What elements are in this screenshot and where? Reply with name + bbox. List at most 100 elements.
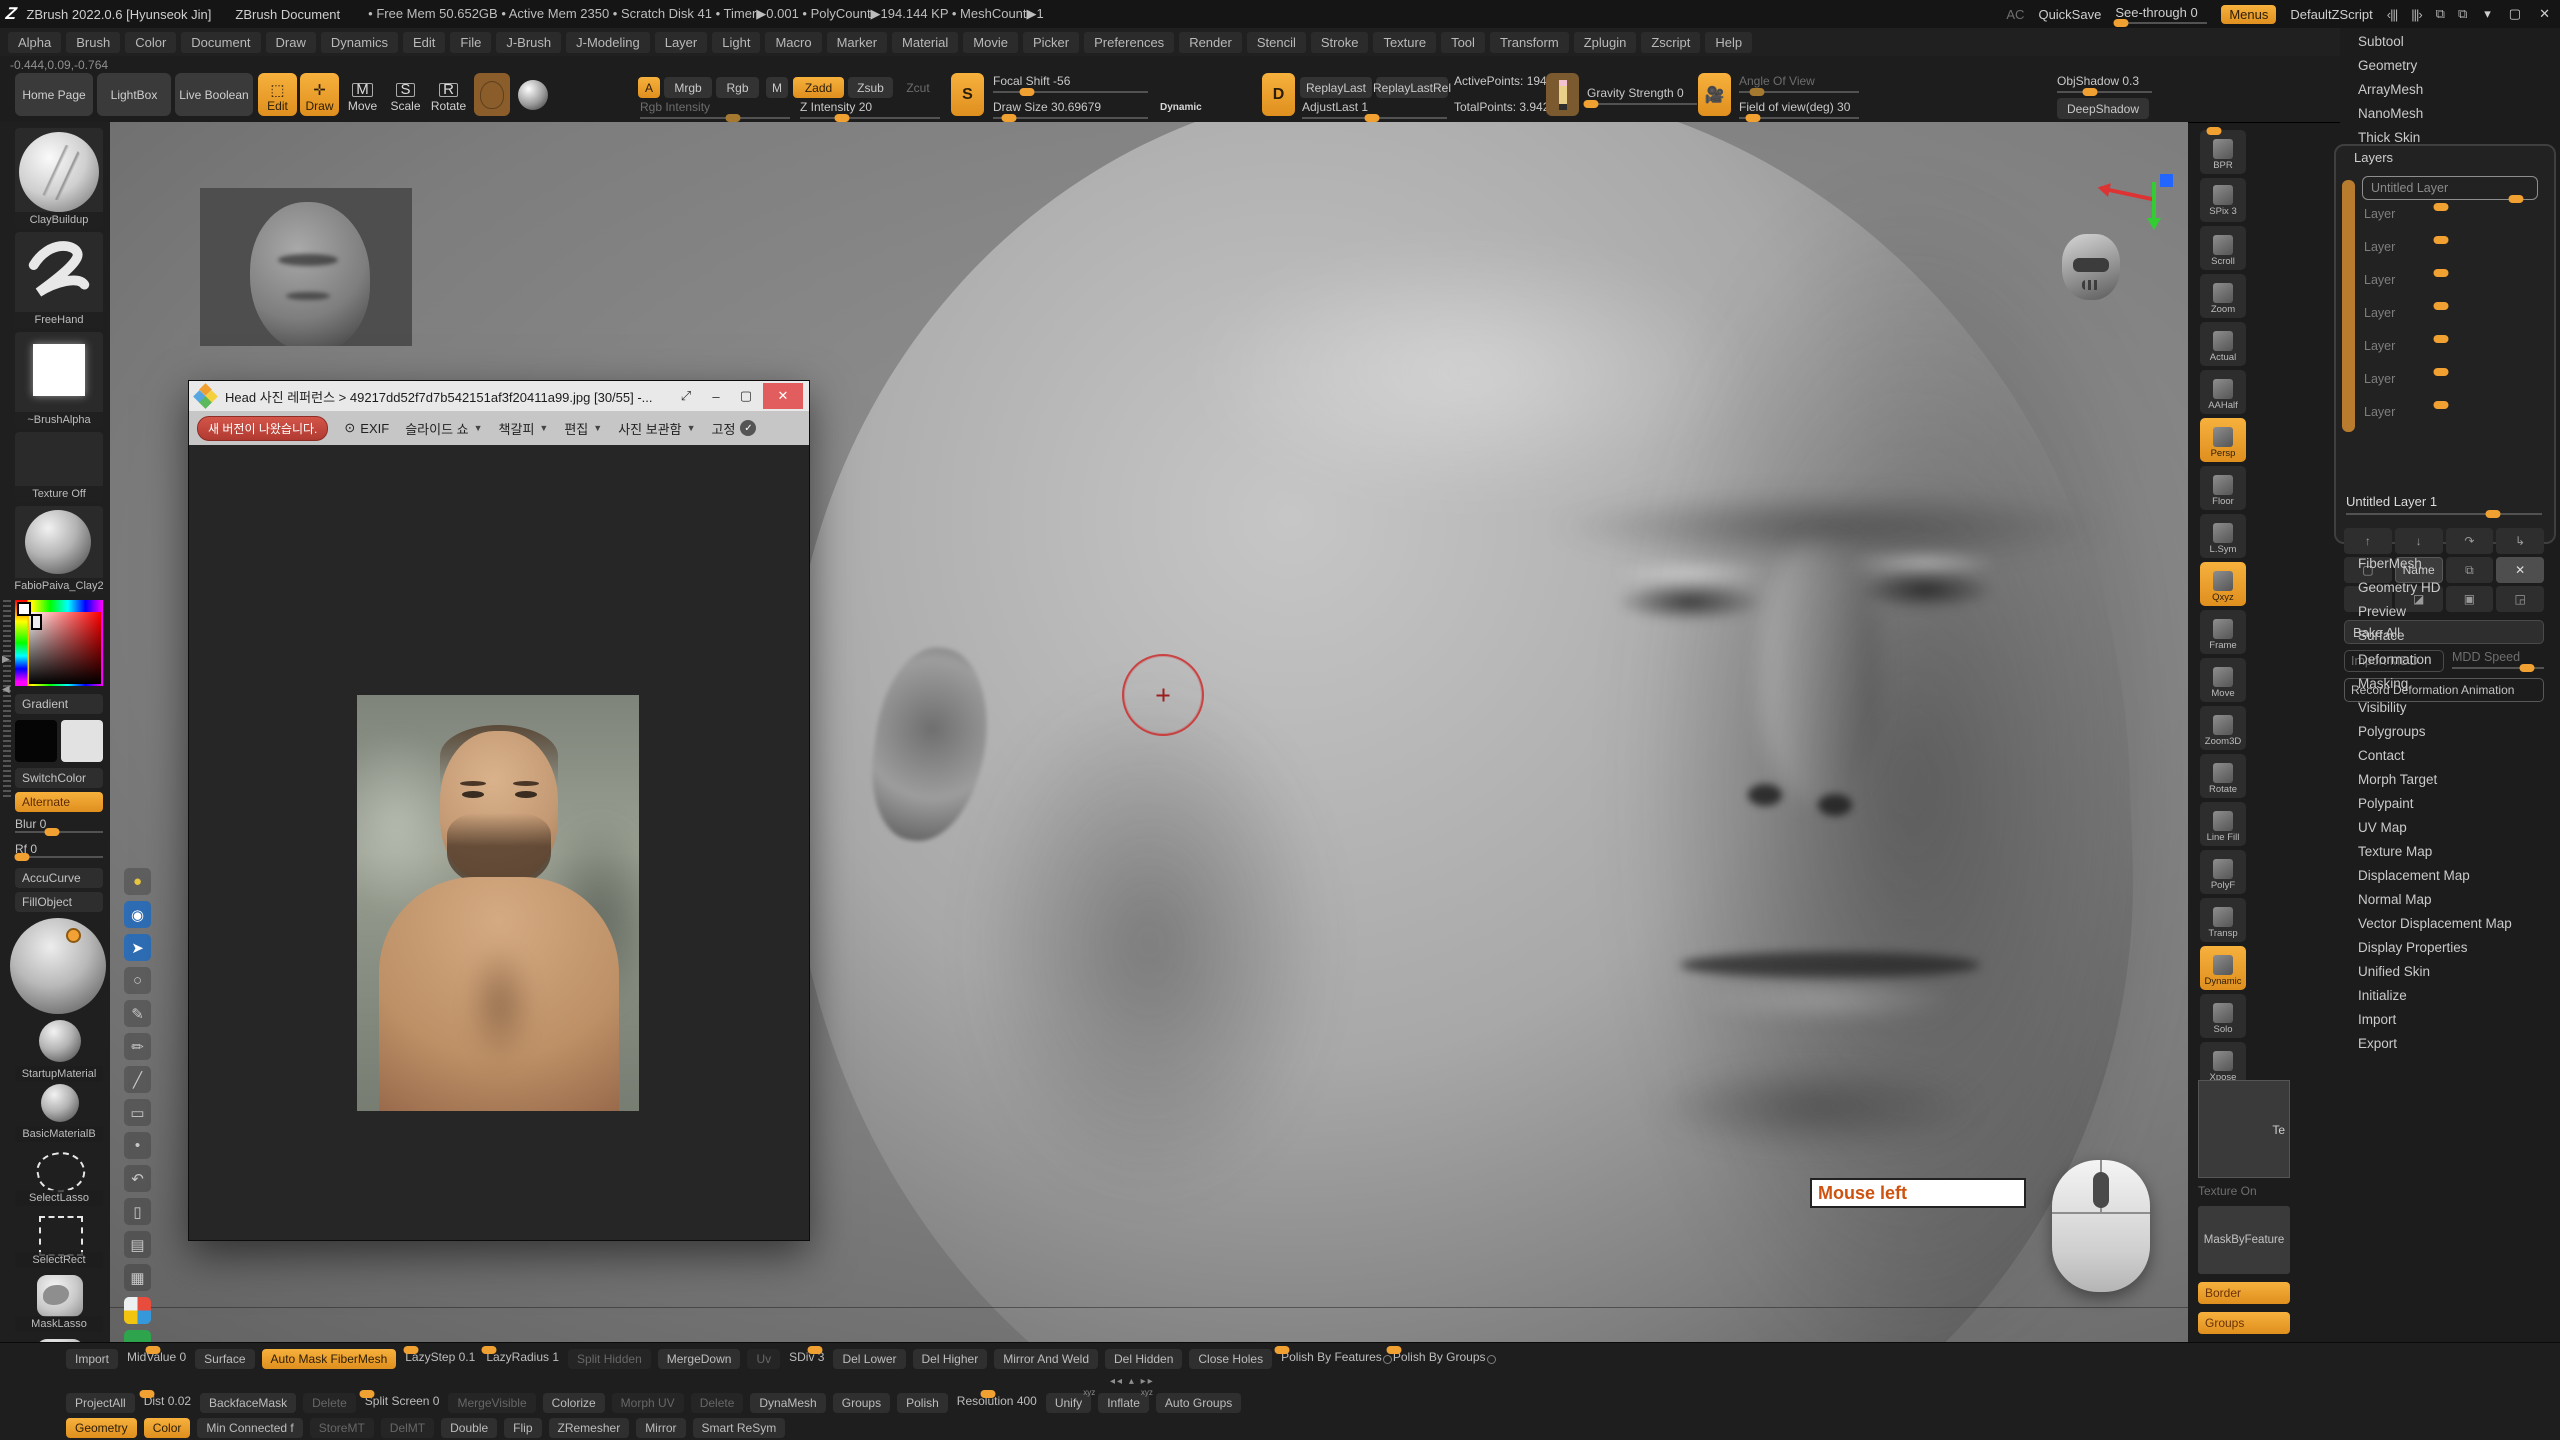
tray-control[interactable]: MergeVisible [448,1393,535,1413]
switchcolor-button[interactable]: SwitchColor [15,768,103,788]
maskbyfeature-button[interactable]: MaskByFeature [2198,1206,2290,1274]
dynamic-toggle[interactable]: Dynamic [2200,946,2246,990]
tray-control[interactable]: Del Higher [913,1349,988,1369]
palette-section[interactable]: Deformation [2340,648,2560,672]
menu-item[interactable]: Draw [266,32,316,53]
trash-icon[interactable]: ▯ [124,1198,151,1225]
layer-row[interactable]: Layer [2362,206,2538,239]
tray-control[interactable]: Auto Mask FiberMesh [262,1349,397,1369]
palette-section[interactable]: Vector Displacement Map [2340,912,2560,936]
tray-control[interactable]: Smart ReSym [693,1418,786,1438]
photo-library-menu[interactable]: 사진 보관함 ▼ [618,419,695,438]
cascade-icon[interactable]: ⧉ [2436,6,2444,22]
angle-of-view-slider[interactable]: Angle Of View [1739,74,1859,93]
move3d-button[interactable]: Move [2200,658,2246,702]
tray-control[interactable]: Unify xyz [1046,1393,1091,1413]
menu-item[interactable]: Stencil [1247,32,1306,53]
polyframe-toggle[interactable]: PolyF [2200,850,2246,894]
menu-item[interactable]: J-Brush [496,32,561,53]
menu-item[interactable]: Zscript [1641,32,1700,53]
rotate3d-button[interactable]: Rotate [2200,754,2246,798]
axis-gizmo[interactable] [2100,174,2180,236]
palette-section[interactable]: FiberMesh [2340,552,2560,576]
layer-up-button[interactable]: ↑ [2344,528,2392,554]
brush-slot-masklasso[interactable]: MaskLasso [15,1270,103,1332]
divider-left-icon[interactable]: ‹||| [2387,7,2397,22]
palette-section[interactable]: Import [2340,1008,2560,1032]
tray-control[interactable]: StoreMT [310,1418,374,1438]
qxyz-toggle[interactable]: Qxyz [2200,562,2246,606]
tray-control[interactable]: Auto Groups [1156,1393,1241,1413]
layer-row[interactable]: Layer [2362,239,2538,272]
eye-icon[interactable]: ◉ [124,901,151,928]
brush-slot-claybuildup[interactable]: ClayBuildup [15,128,103,228]
edit-button[interactable]: ⬚ Edit [258,73,297,116]
close-icon[interactable]: ✕ [2539,6,2550,22]
replay-icon[interactable]: D [1262,73,1295,116]
layer-down-button[interactable]: ↓ [2395,528,2443,554]
sculpt-head-model[interactable] [670,122,2188,1342]
frame-button[interactable]: Frame [2200,610,2246,654]
menu-item[interactable]: Transform [1490,32,1569,53]
camera-view-widget[interactable] [2062,234,2120,300]
replay-lastrel-button[interactable]: ReplayLastRel [1376,77,1448,98]
menu-item[interactable]: Document [181,32,260,53]
camera-icon[interactable]: 🎥 [1698,73,1731,116]
zadd-toggle[interactable]: Zadd [793,77,844,98]
m-toggle[interactable]: M [766,77,788,98]
menu-item[interactable]: Color [125,32,176,53]
alternate-toggle[interactable]: Alternate [15,792,103,812]
tray-control[interactable]: Inflate xyz [1098,1393,1149,1413]
gravity-strength-slider[interactable]: Gravity Strength 0 [1587,86,1697,105]
zcut-toggle[interactable]: Zcut [898,77,938,98]
tray-control[interactable]: Close Holes [1189,1349,1272,1369]
border-toggle[interactable]: Border [2198,1282,2290,1304]
menu-item[interactable]: Edit [403,32,445,53]
tray-control[interactable]: Polish By Groups [1391,1349,1488,1367]
menu-item[interactable]: Preferences [1084,32,1174,53]
menu-item[interactable]: Picker [1023,32,1079,53]
menu-item[interactable]: Stroke [1311,32,1369,53]
tray-control[interactable]: MergeDown [658,1349,741,1369]
grid-icon[interactable]: ▦ [124,1264,151,1291]
zsub-toggle[interactable]: Zsub [848,77,893,98]
field-of-view-slider[interactable]: Field of view(deg) 30 [1739,100,1859,119]
tray-control[interactable]: Delete [691,1393,744,1413]
tray-control[interactable]: BackfaceMask [200,1393,296,1413]
menus-button[interactable]: Menus [2221,5,2276,24]
tray-control[interactable]: DynaMesh [750,1393,825,1413]
tray-control[interactable]: Import [66,1349,118,1369]
dot-icon[interactable]: • [124,1132,151,1159]
menu-item[interactable]: Tool [1441,32,1485,53]
menu-item[interactable]: Texture [1373,32,1436,53]
tray-control[interactable]: Color [144,1418,191,1438]
menu-item[interactable]: Layer [655,32,708,53]
layer-row[interactable]: Layer [2362,404,2538,437]
tray-control[interactable]: Split Screen 0 [363,1393,442,1411]
secondary-color-swatch[interactable] [61,720,103,762]
mrgb-toggle[interactable]: Mrgb [664,77,712,98]
eraser-icon[interactable]: ▭ [124,1099,151,1126]
tray-control[interactable]: SDiv 3 [787,1349,826,1367]
menu-item[interactable]: Brush [66,32,120,53]
pen-icon[interactable]: ✏ [124,1033,151,1060]
tray-control[interactable]: LazyStep 0.1 [403,1349,477,1367]
tray-control[interactable]: Min Connected f [197,1418,302,1438]
palette-section[interactable]: ArrayMesh [2340,78,2560,102]
slideshow-menu[interactable]: 슬라이드 쇼 ▼ [405,419,482,438]
linefill-toggle[interactable]: Line Fill [2200,802,2246,846]
material-ball[interactable] [518,73,550,116]
palette-section[interactable]: Displacement Map [2340,864,2560,888]
menu-item[interactable]: Dynamics [321,32,398,53]
line-icon[interactable]: ╱ [124,1066,151,1093]
dynamic-label[interactable]: Dynamic [1160,102,1202,113]
palette-section[interactable]: Surface [2340,624,2560,648]
live-boolean-button[interactable]: Live Boolean [175,73,253,116]
blur-slider[interactable]: Blur 0 [15,817,103,833]
move-button[interactable]: M Move [343,73,382,116]
accucurve-button[interactable]: AccuCurve [15,868,103,888]
palette-section[interactable]: Masking [2340,672,2560,696]
photo-maximize-icon[interactable]: ▢ [733,385,759,407]
tray-control[interactable]: Mirror [636,1418,685,1438]
menu-item[interactable]: Alpha [8,32,61,53]
